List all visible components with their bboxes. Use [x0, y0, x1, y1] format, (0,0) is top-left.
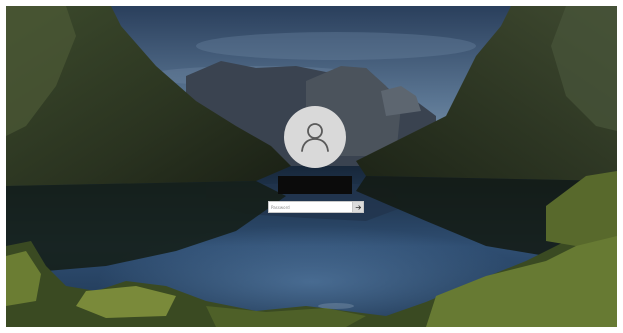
- user-name: [278, 176, 352, 194]
- submit-button[interactable]: [352, 201, 364, 213]
- user-avatar: [284, 106, 346, 168]
- user-icon: [301, 123, 329, 152]
- password-input[interactable]: [268, 201, 352, 213]
- arrow-right-icon: [355, 204, 361, 210]
- lock-screen: [6, 6, 617, 327]
- password-row: [268, 201, 364, 213]
